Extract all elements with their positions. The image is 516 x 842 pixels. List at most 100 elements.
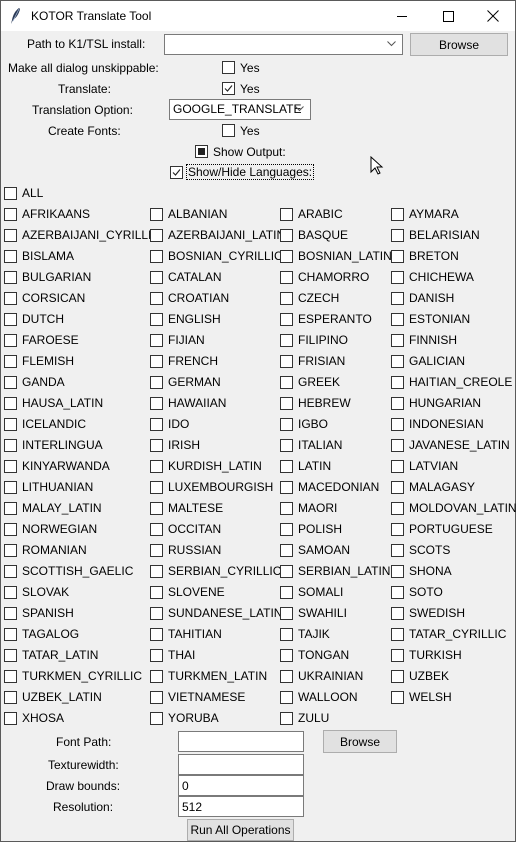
font-path-browse-button[interactable]: Browse [323,730,397,753]
language-checkbox[interactable] [4,586,17,599]
language-checkbox[interactable] [280,334,293,347]
language-checkbox[interactable] [150,355,163,368]
language-checkbox[interactable] [150,460,163,473]
language-checkbox[interactable] [150,418,163,431]
language-checkbox[interactable] [150,502,163,515]
show-output-checkbox[interactable] [195,145,208,158]
language-checkbox[interactable] [391,418,404,431]
language-checkbox[interactable] [391,376,404,389]
draw-bounds-input[interactable] [178,775,304,796]
language-checkbox[interactable] [391,481,404,494]
language-checkbox[interactable] [150,523,163,536]
language-checkbox[interactable] [150,544,163,557]
path-browse-button[interactable]: Browse [410,33,508,56]
texturewidth-input[interactable] [178,754,304,775]
language-checkbox[interactable] [391,544,404,557]
language-checkbox[interactable] [391,355,404,368]
language-checkbox[interactable] [4,712,17,725]
language-checkbox[interactable] [280,250,293,263]
minimize-button[interactable] [379,1,425,31]
language-checkbox[interactable] [150,607,163,620]
language-checkbox[interactable] [391,460,404,473]
language-checkbox[interactable] [4,376,17,389]
language-checkbox[interactable] [391,691,404,704]
language-checkbox[interactable] [391,250,404,263]
language-checkbox[interactable] [4,208,17,221]
language-checkbox[interactable] [4,481,17,494]
language-checkbox[interactable] [391,670,404,683]
language-checkbox[interactable] [280,607,293,620]
show-hide-languages-checkbox[interactable] [170,166,183,179]
language-checkbox[interactable] [280,586,293,599]
language-checkbox[interactable] [280,439,293,452]
language-checkbox[interactable] [150,712,163,725]
language-checkbox[interactable] [150,670,163,683]
language-checkbox[interactable] [280,628,293,641]
language-checkbox[interactable] [4,523,17,536]
language-checkbox[interactable] [280,355,293,368]
language-checkbox[interactable] [391,565,404,578]
language-checkbox[interactable] [4,418,17,431]
language-checkbox[interactable] [4,271,17,284]
language-checkbox[interactable] [280,544,293,557]
language-checkbox[interactable] [391,208,404,221]
language-checkbox[interactable] [150,229,163,242]
language-checkbox[interactable] [4,334,17,347]
language-checkbox[interactable] [150,481,163,494]
language-checkbox[interactable] [280,397,293,410]
language-checkbox[interactable] [391,397,404,410]
language-checkbox[interactable] [4,439,17,452]
close-button[interactable] [470,1,516,31]
language-checkbox[interactable] [4,607,17,620]
language-checkbox[interactable] [280,523,293,536]
language-checkbox[interactable] [391,271,404,284]
translate-checkbox[interactable] [222,82,235,95]
language-checkbox[interactable] [391,292,404,305]
unskippable-checkbox[interactable] [222,61,235,74]
language-checkbox[interactable] [150,586,163,599]
language-checkbox[interactable] [150,565,163,578]
language-checkbox[interactable] [4,355,17,368]
language-checkbox[interactable] [4,250,17,263]
language-checkbox[interactable] [280,460,293,473]
language-checkbox[interactable] [150,376,163,389]
language-checkbox[interactable] [150,208,163,221]
language-checkbox[interactable] [391,628,404,641]
language-checkbox[interactable] [4,292,17,305]
path-combobox[interactable] [164,34,403,55]
language-checkbox[interactable] [4,502,17,515]
language-checkbox[interactable] [391,607,404,620]
language-checkbox[interactable] [391,586,404,599]
language-checkbox[interactable] [4,691,17,704]
font-path-input[interactable] [178,731,304,752]
resolution-input[interactable] [178,796,304,817]
language-checkbox[interactable] [150,250,163,263]
language-checkbox[interactable] [4,544,17,557]
language-checkbox[interactable] [280,712,293,725]
create-fonts-checkbox[interactable] [222,124,235,137]
language-checkbox[interactable] [150,691,163,704]
language-checkbox[interactable] [280,481,293,494]
language-checkbox[interactable] [280,208,293,221]
language-checkbox[interactable] [391,649,404,662]
language-checkbox[interactable] [4,628,17,641]
language-checkbox[interactable] [280,565,293,578]
language-checkbox[interactable] [280,502,293,515]
language-checkbox[interactable] [150,397,163,410]
language-checkbox[interactable] [150,292,163,305]
language-checkbox[interactable] [280,313,293,326]
language-checkbox[interactable] [150,271,163,284]
language-checkbox[interactable] [150,649,163,662]
language-checkbox[interactable] [4,649,17,662]
language-checkbox[interactable] [280,418,293,431]
language-checkbox[interactable] [391,313,404,326]
language-checkbox[interactable] [391,502,404,515]
maximize-button[interactable] [425,1,471,31]
language-checkbox[interactable] [280,229,293,242]
language-checkbox[interactable] [4,229,17,242]
run-all-operations-button[interactable]: Run All Operations [187,819,294,841]
language-checkbox[interactable] [391,229,404,242]
language-checkbox[interactable] [4,460,17,473]
translation-option-select[interactable]: GOOGLE_TRANSLATE [169,99,311,120]
language-checkbox[interactable] [150,439,163,452]
